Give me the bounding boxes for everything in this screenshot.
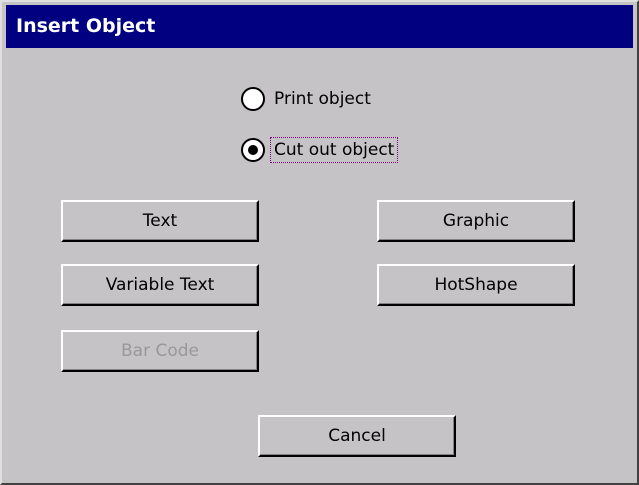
variable-text-button[interactable]: Variable Text — [61, 264, 259, 306]
hotshape-button[interactable]: HotShape — [377, 264, 575, 306]
title-bar: Insert Object — [6, 5, 633, 48]
cut-out-object-radio[interactable] — [241, 138, 265, 162]
insert-object-dialog: Insert Object Print object Cut out objec… — [0, 0, 639, 485]
graphic-button[interactable]: Graphic — [377, 200, 575, 242]
dialog-title: Insert Object — [16, 15, 156, 37]
print-object-label[interactable]: Print object — [271, 87, 374, 111]
print-object-radio[interactable] — [241, 87, 265, 111]
cut-out-object-option[interactable]: Cut out object — [241, 135, 399, 165]
bar-code-button: Bar Code — [61, 330, 259, 372]
radio-selected-dot — [248, 145, 258, 155]
cut-out-object-label[interactable]: Cut out object — [269, 137, 399, 163]
text-button[interactable]: Text — [61, 200, 259, 242]
cancel-button[interactable]: Cancel — [258, 415, 456, 457]
print-object-option[interactable]: Print object — [241, 84, 374, 114]
